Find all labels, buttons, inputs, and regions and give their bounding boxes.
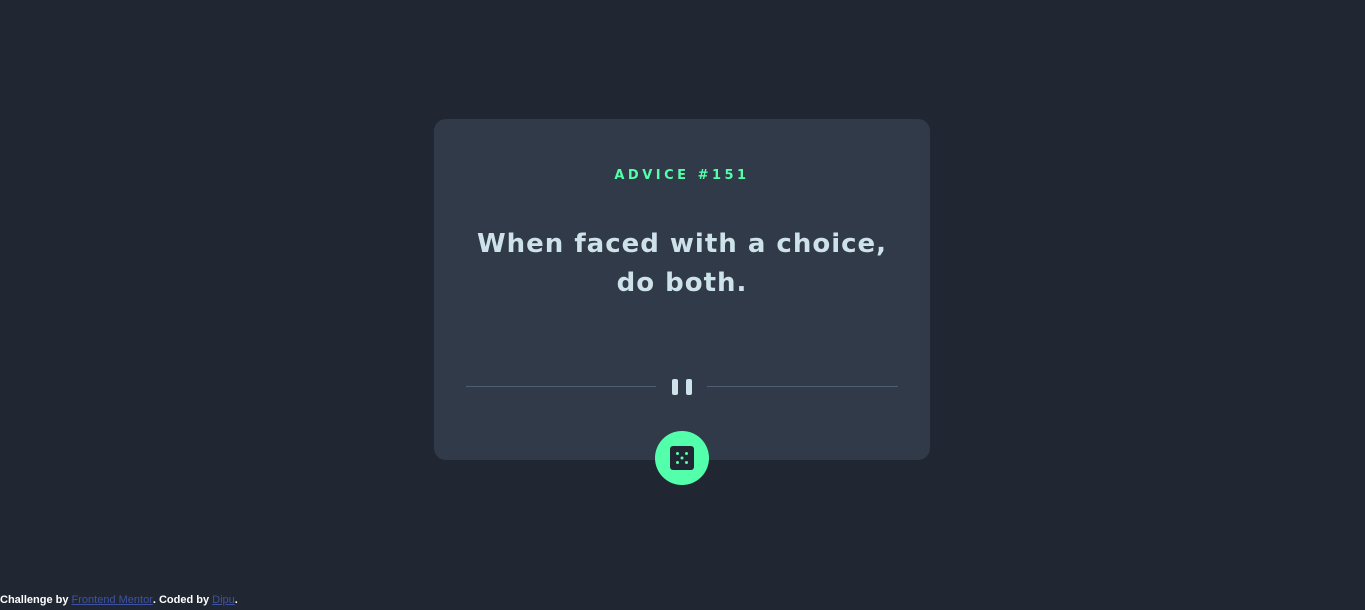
advice-card: ADVICE #151 When faced with a choice, do… bbox=[434, 119, 930, 460]
generate-advice-button[interactable] bbox=[655, 431, 709, 485]
pause-icon bbox=[672, 379, 692, 395]
frontend-mentor-link[interactable]: Frontend Mentor bbox=[72, 594, 153, 606]
divider-line-left bbox=[466, 386, 656, 387]
advice-quote: When faced with a choice, do both. bbox=[476, 229, 888, 298]
attribution-suffix: . bbox=[234, 594, 238, 606]
attribution: Challenge by Frontend Mentor. Coded by D… bbox=[0, 594, 238, 606]
attribution-prefix: Challenge by bbox=[0, 594, 72, 606]
advice-number: ADVICE #151 bbox=[614, 168, 750, 183]
author-link[interactable]: Dipu bbox=[212, 594, 235, 606]
divider bbox=[466, 377, 898, 397]
attribution-middle: . Coded by bbox=[152, 594, 213, 606]
divider-line-right bbox=[707, 386, 898, 387]
dice-icon bbox=[670, 446, 694, 470]
